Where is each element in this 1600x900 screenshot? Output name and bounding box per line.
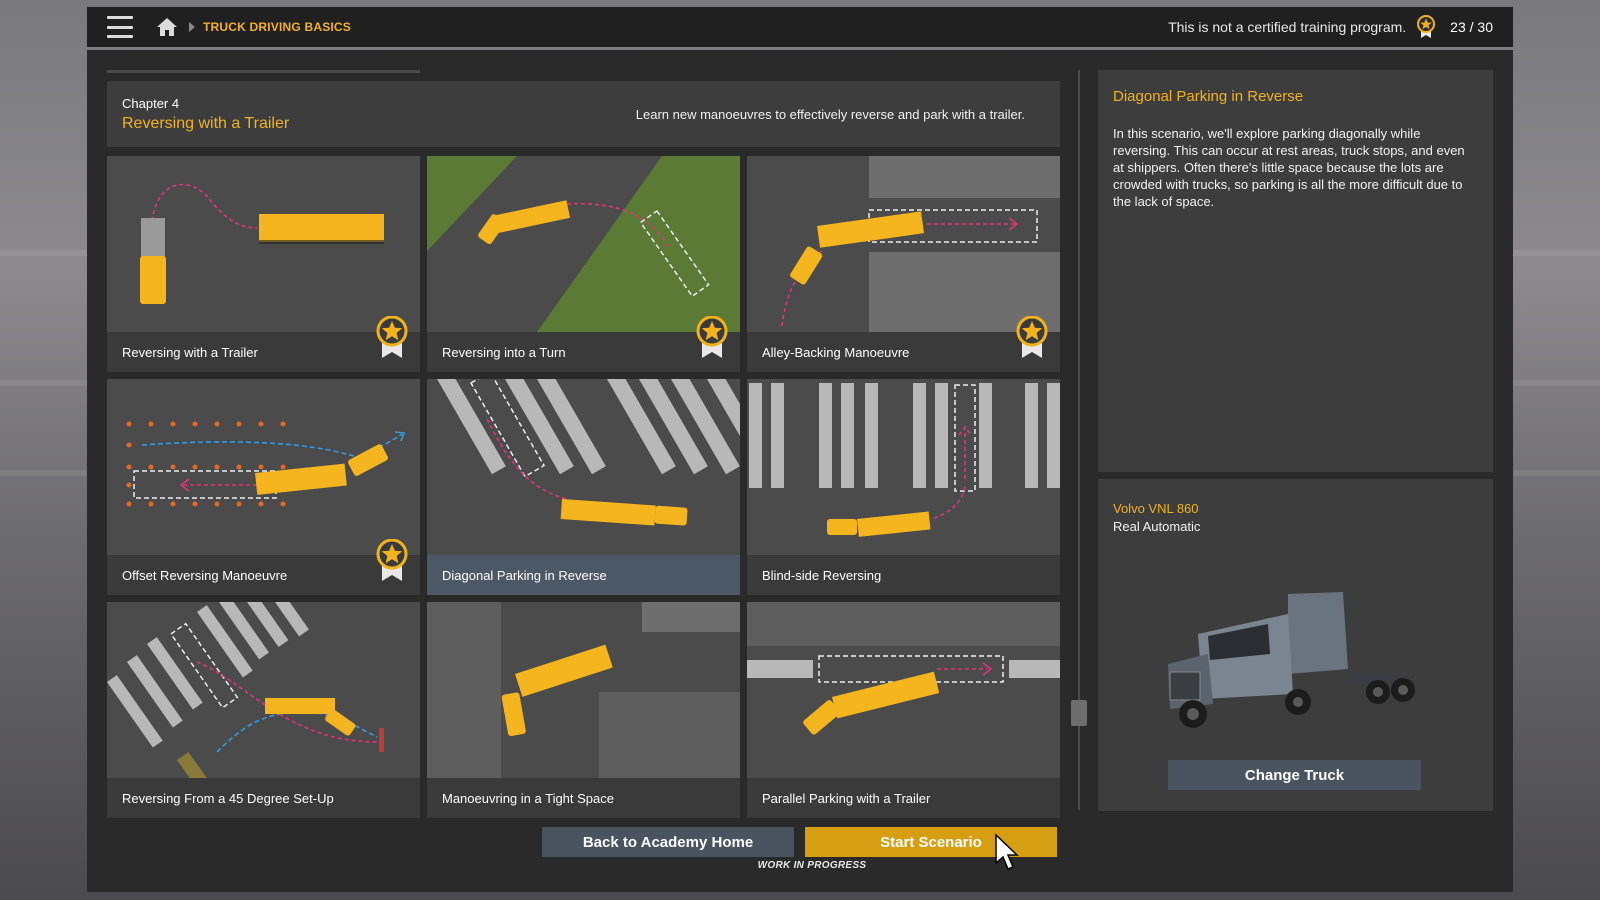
score-counter: 23 / 30 — [1450, 19, 1493, 35]
scenario-card-alley-backing[interactable]: Alley-Backing Manoeuvre — [747, 156, 1060, 372]
scenario-thumbnail — [427, 602, 740, 778]
main-panel: Chapter 4 Reversing with a Trailer Learn… — [87, 50, 1513, 892]
home-icon[interactable] — [155, 15, 179, 39]
medal-icon — [376, 539, 408, 581]
truck-panel: Volvo VNL 860 Real Automatic Change Truc… — [1098, 479, 1493, 811]
scenario-label: Reversing with a Trailer — [107, 332, 420, 372]
scenario-thumbnail — [427, 156, 740, 332]
chapter-header: Chapter 4 Reversing with a Trailer Learn… — [107, 81, 1060, 147]
chapter-number: Chapter 4 — [122, 95, 180, 111]
chapter-description: Learn new manoeuvres to effectively reve… — [635, 106, 1025, 122]
scenario-label: Blind-side Reversing — [747, 555, 1060, 595]
scenario-thumbnail — [107, 379, 420, 555]
breadcrumb[interactable]: TRUCK DRIVING BASICS — [203, 20, 351, 34]
truck-transmission: Real Automatic — [1113, 519, 1201, 534]
scenario-thumbnail — [747, 379, 1060, 555]
score-area: This is not a certified training program… — [1168, 15, 1493, 39]
scenario-label: Parallel Parking with a Trailer — [747, 778, 1060, 818]
scenario-grid: Reversing with a Trailer Reversing into … — [107, 156, 1060, 818]
scenario-card-offset-reversing[interactable]: Offset Reversing Manoeuvre — [107, 379, 420, 595]
scenario-thumbnail — [107, 602, 420, 778]
progress-indicator — [107, 70, 420, 73]
medal-icon — [376, 316, 408, 358]
panel-divider — [1078, 70, 1080, 810]
medal-icon — [696, 316, 728, 358]
scenario-card-diagonal-parking[interactable]: Diagonal Parking in Reverse — [427, 379, 740, 595]
truck-image — [1168, 592, 1415, 728]
scrollbar-thumb[interactable] — [1071, 700, 1087, 726]
scenario-label: Reversing From a 45 Degree Set-Up — [107, 778, 420, 818]
change-truck-button[interactable]: Change Truck — [1168, 760, 1421, 790]
scenario-card-tight-space[interactable]: Manoeuvring in a Tight Space — [427, 602, 740, 818]
scenario-card-blind-side-reversing[interactable]: Blind-side Reversing — [747, 379, 1060, 595]
scenario-label: Offset Reversing Manoeuvre — [107, 555, 420, 595]
chapter-title: Reversing with a Trailer — [122, 114, 290, 132]
details-title: Diagonal Parking in Reverse — [1113, 88, 1304, 105]
scenario-details-panel: Diagonal Parking in Reverse In this scen… — [1098, 70, 1493, 472]
scenario-thumbnail — [747, 156, 1060, 332]
scenario-label: Reversing into a Turn — [427, 332, 740, 372]
scenario-card-45-degree-setup[interactable]: Reversing From a 45 Degree Set-Up — [107, 602, 420, 818]
scenario-card-reversing-into-turn[interactable]: Reversing into a Turn — [427, 156, 740, 372]
chevron-right-icon — [189, 22, 195, 32]
scenario-thumbnail — [107, 156, 420, 332]
top-bar: TRUCK DRIVING BASICS This is not a certi… — [87, 7, 1513, 47]
cursor-icon — [995, 833, 1019, 870]
scenario-label: Alley-Backing Manoeuvre — [747, 332, 1060, 372]
work-in-progress-label: WORK IN PROGRESS — [757, 860, 867, 871]
scenario-card-reversing-with-trailer[interactable]: Reversing with a Trailer — [107, 156, 420, 372]
scenario-card-parallel-parking[interactable]: Parallel Parking with a Trailer — [747, 602, 1060, 818]
scenario-thumbnail — [427, 379, 740, 555]
truck-name: Volvo VNL 860 — [1113, 501, 1199, 516]
details-text: In this scenario, we'll explore parking … — [1113, 126, 1465, 209]
scenario-thumbnail — [747, 602, 1060, 778]
scenario-label: Manoeuvring in a Tight Space — [427, 778, 740, 818]
medal-icon — [1417, 15, 1436, 38]
hamburger-icon[interactable] — [107, 16, 133, 38]
disclaimer-text: This is not a certified training program… — [1168, 19, 1407, 35]
medal-icon — [1016, 316, 1048, 358]
scenario-label: Diagonal Parking in Reverse — [427, 555, 740, 595]
back-to-academy-button[interactable]: Back to Academy Home — [542, 827, 794, 857]
